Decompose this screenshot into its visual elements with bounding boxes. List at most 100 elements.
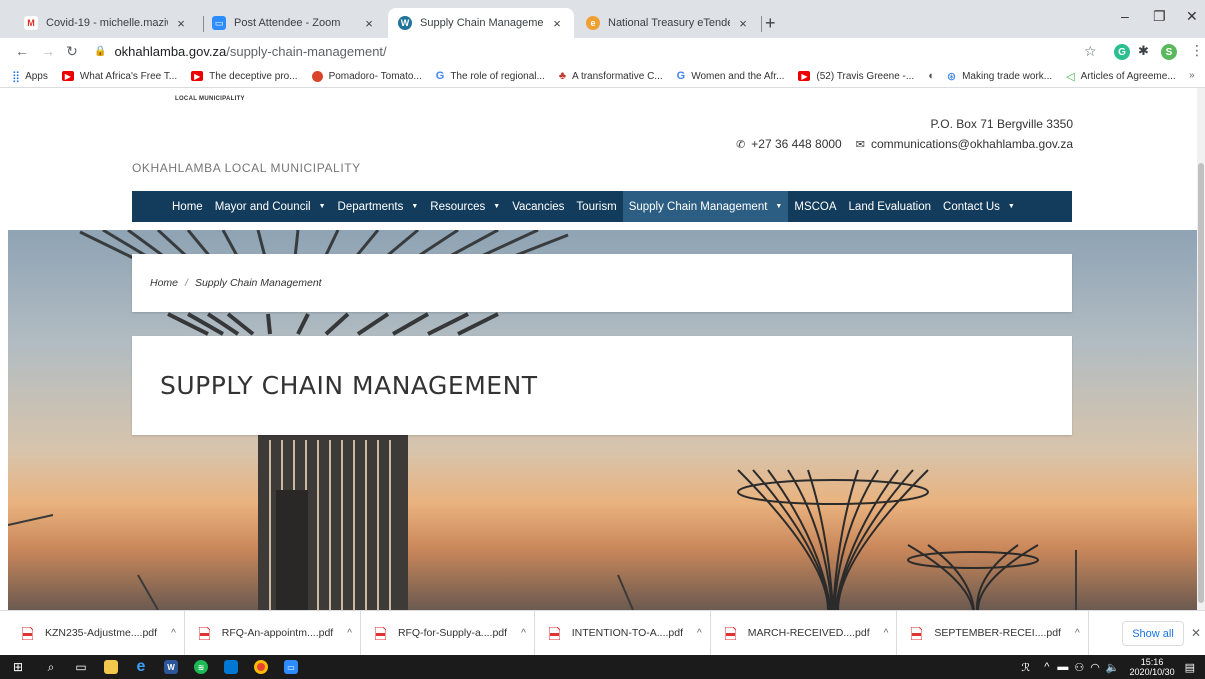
chrome-icon[interactable]	[246, 655, 276, 679]
nav-label: MSCOA	[794, 200, 837, 213]
download-item[interactable]: INTENTION-TO-A....pdf ^	[545, 610, 711, 656]
download-item[interactable]: RFQ-for-Supply-a....pdf ^	[371, 610, 535, 656]
task-view-icon[interactable]: ▭	[66, 655, 96, 679]
bookmark-item[interactable]: ▶ What Africa's Free T...	[61, 71, 177, 82]
reload-icon[interactable]: ↻	[62, 43, 82, 60]
address-bar[interactable]: 🔒 okhahlamba.gov.za/supply-chain-managem…	[94, 41, 1074, 62]
bookmark-label: Making trade work...	[962, 70, 1053, 82]
chevron-up-icon[interactable]: ^	[1044, 661, 1049, 673]
file-explorer-icon[interactable]	[96, 655, 126, 679]
bookmark-label: The deceptive pro...	[209, 70, 298, 82]
bookmark-item[interactable]: ▶ The deceptive pro...	[191, 70, 298, 82]
site-logo[interactable]: LOCAL MUNICIPALITY	[175, 96, 245, 102]
bookmark-item[interactable]: ♣ A transformative C...	[559, 70, 663, 82]
zoom-taskbar-icon[interactable]: ▭	[276, 655, 306, 679]
phone-number[interactable]: +27 36 448 8000	[751, 137, 841, 151]
close-icon[interactable]: ×	[550, 16, 564, 31]
tab-supply-chain[interactable]: W Supply Chain Management – Ok ×	[388, 8, 574, 38]
system-tray: ℛ ^ ▬ ⚇ ◠ 🔈 15:16 2020/10/30 ▤	[1021, 655, 1195, 679]
people-icon[interactable]: ℛ	[1021, 661, 1030, 674]
chevron-up-icon[interactable]: ^	[171, 628, 176, 639]
tab-etender[interactable]: e National Treasury eTender ×	[576, 8, 760, 38]
extensions-puzzle-icon[interactable]: ✱	[1138, 43, 1149, 59]
nav-supply-chain-management[interactable]: Supply Chain Management ▼	[622, 191, 789, 222]
chevron-up-icon[interactable]: ^	[697, 628, 702, 639]
bookmark-label: (52) Travis Greene -...	[816, 70, 915, 82]
more-menu-icon[interactable]: ⋮	[1190, 42, 1204, 59]
nav-land-evaluation[interactable]: Land Evaluation	[843, 191, 937, 222]
bookmark-apps[interactable]: ⣿ Apps	[12, 70, 48, 83]
word-icon[interactable]: W	[156, 655, 186, 679]
battery-icon[interactable]: ▬	[1057, 661, 1068, 673]
bookmark-item[interactable]: G Women and the Afr...	[677, 70, 785, 82]
bookmark-item[interactable]: ◐ ⊛ Making trade work...	[928, 70, 1052, 83]
bookmark-label: The role of regional...	[450, 70, 545, 82]
bookmarks-bar: ⣿ Apps ▶ What Africa's Free T... ▶ The d…	[0, 65, 1205, 88]
nav-mayor-and-council[interactable]: Mayor and Council ▼	[209, 191, 332, 222]
edge-browser-icon[interactable]: e	[126, 655, 156, 679]
chevron-up-icon[interactable]: ^	[884, 628, 889, 639]
nav-home[interactable]: Home	[166, 191, 209, 222]
nav-label: Resources	[430, 200, 486, 213]
clock[interactable]: 15:16 2020/10/30	[1130, 657, 1175, 677]
download-item[interactable]: RFQ-An-appointm....pdf ^	[195, 610, 361, 656]
chevron-up-icon[interactable]: ^	[521, 628, 526, 639]
bookmark-item[interactable]: G The role of regional...	[436, 70, 545, 82]
nav-label: Mayor and Council	[214, 200, 311, 213]
download-item[interactable]: KZN235-Adjustme....pdf ^	[18, 610, 185, 656]
chevron-up-icon[interactable]: ^	[1075, 628, 1080, 639]
pdf-file-icon	[548, 626, 560, 640]
forward-icon[interactable]: →	[38, 43, 58, 59]
google-icon: G	[676, 70, 686, 82]
close-downloads-icon[interactable]: ✕	[1191, 626, 1201, 640]
nav-mscoa[interactable]: MSCOA	[788, 191, 842, 222]
notifications-icon[interactable]: ▤	[1185, 661, 1195, 674]
nav-departments[interactable]: Departments ▼	[332, 191, 425, 222]
chevron-up-icon[interactable]: ^	[347, 628, 352, 639]
tab-gmail[interactable]: M Covid-19 - michelle.maziwisa@g ×	[14, 8, 198, 38]
download-item[interactable]: SEPTEMBER-RECEI....pdf ^	[907, 610, 1089, 656]
breadcrumb-home-link[interactable]: Home	[150, 277, 178, 289]
lock-icon: 🔒	[94, 46, 107, 57]
network-icon[interactable]: ⚇	[1074, 661, 1084, 674]
page-scrollbar[interactable]	[1197, 88, 1205, 610]
pdf-file-icon	[198, 626, 210, 640]
download-filename: SEPTEMBER-RECEI....pdf	[934, 627, 1061, 639]
close-icon[interactable]: ×	[174, 16, 188, 31]
url-path: /supply-chain-management/	[226, 44, 387, 59]
new-tab-button[interactable]: +	[765, 13, 776, 34]
close-icon[interactable]: ×	[362, 16, 376, 31]
minimize-button[interactable]: –	[1121, 8, 1129, 24]
bookmark-item[interactable]: ▶ (52) Travis Greene -...	[798, 71, 914, 82]
spotify-icon[interactable]: ≋	[186, 655, 216, 679]
nav-resources[interactable]: Resources ▼	[424, 191, 506, 222]
show-all-downloads-button[interactable]: Show all	[1122, 621, 1184, 646]
bookmark-item[interactable]: ◁ Articles of Agreeme...	[1066, 70, 1176, 83]
tab-zoom[interactable]: ▭ Post Attendee - Zoom ×	[202, 8, 386, 38]
back-icon[interactable]: ←	[12, 43, 32, 59]
nav-tourism[interactable]: Tourism	[570, 191, 622, 222]
search-icon[interactable]: ⌕	[36, 655, 66, 679]
store-icon[interactable]	[216, 655, 246, 679]
close-window-button[interactable]: ✕	[1186, 8, 1198, 25]
bookmarks-overflow-icon[interactable]: »	[1189, 70, 1195, 81]
scrollbar-thumb[interactable]	[1198, 163, 1204, 603]
nav-contact-us[interactable]: Contact Us ▼	[937, 191, 1021, 222]
windows-start-icon[interactable]: ⊞	[0, 655, 36, 679]
breadcrumb-separator: /	[185, 277, 188, 289]
download-item[interactable]: MARCH-RECEIVED....pdf ^	[721, 610, 898, 656]
email-link[interactable]: communications@okhahlamba.gov.za	[871, 137, 1073, 151]
maximize-button[interactable]: ❐	[1153, 8, 1166, 25]
volume-icon[interactable]: 🔈	[1106, 661, 1120, 674]
bookmark-item[interactable]: Pomadoro- Tomato...	[311, 70, 422, 82]
profile-avatar[interactable]: S	[1161, 44, 1177, 60]
nav-label: Land Evaluation	[848, 200, 932, 213]
apps-grid-icon: ⣿	[12, 70, 21, 83]
grammarly-extension-icon[interactable]: G	[1114, 44, 1130, 60]
nav-vacancies[interactable]: Vacancies	[506, 191, 570, 222]
nav-label: Tourism	[576, 200, 617, 213]
bookmark-star-icon[interactable]: ☆	[1084, 43, 1097, 60]
bookmark-label: A transformative C...	[572, 70, 663, 82]
close-icon[interactable]: ×	[736, 16, 750, 31]
wifi-icon[interactable]: ◠	[1090, 661, 1100, 674]
